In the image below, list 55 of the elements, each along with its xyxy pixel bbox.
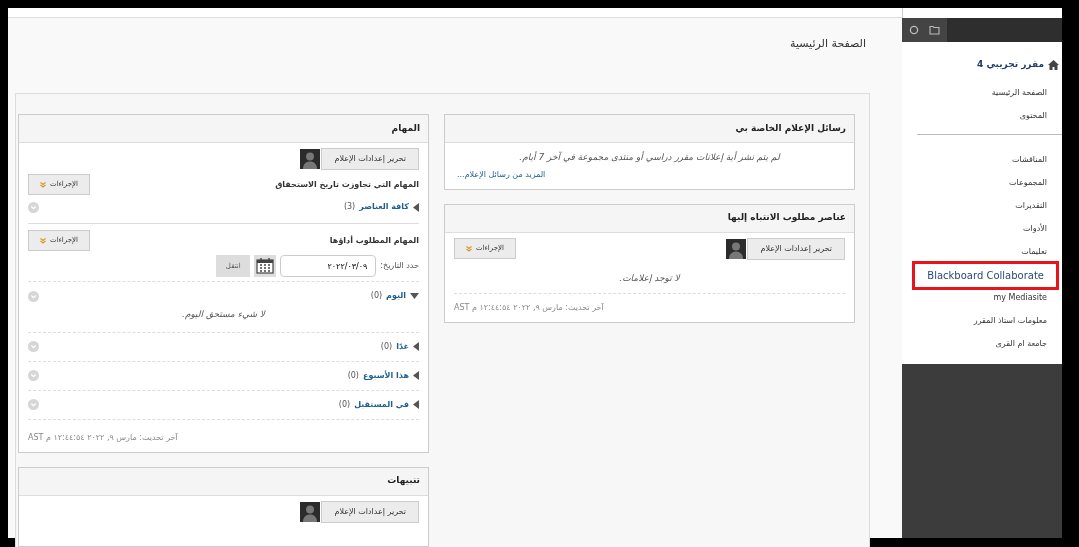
task-count: (0)	[347, 369, 359, 382]
avatar-icon	[300, 149, 321, 169]
more-announcements-link[interactable]: المزيد من رسائل الإعلام...	[457, 168, 842, 181]
sidebar-link[interactable]: الأدوات	[1023, 223, 1047, 235]
triangle-down-icon[interactable]	[410, 293, 419, 299]
triangle-left-icon[interactable]	[413, 400, 419, 409]
home-icon[interactable]	[1048, 59, 1059, 70]
double-chevron-icon	[40, 181, 47, 188]
task-count: (0)	[338, 398, 351, 411]
folder-icon[interactable]	[929, 25, 940, 35]
date-field[interactable]: ٢٠٢٢/٠٣/٠٩	[280, 255, 377, 277]
date-label: حدد التاريخ:	[380, 260, 419, 272]
task-count: (0)	[380, 340, 393, 353]
avatar-icon	[300, 501, 321, 522]
task-group-link[interactable]: غدًا	[396, 340, 409, 353]
module-title: رسائل الإعلام الخاصة بي	[735, 121, 846, 136]
announcements-message: لم يتم نشر أية إعلانات مقرر دراسي أو منتدى مجموعة في آخر 7 أيام.	[518, 151, 782, 165]
last-updated-text: آخر تحديث: مارس ٩, ٢٠٢٢ ١٢:٤٤:٥٤ م AST	[28, 431, 179, 444]
edit-notification-settings-button[interactable]: تحرير إعدادات الإعلام	[747, 237, 845, 260]
no-notifications-message: لا توجد إعلامات.	[454, 271, 845, 294]
sidebar-link[interactable]: التقديرات	[1015, 200, 1047, 212]
triangle-left-icon[interactable]	[413, 202, 419, 212]
sidebar-link[interactable]: المجموعات	[1009, 177, 1047, 189]
empty-message: لا شيء مستحق اليوم.	[181, 308, 267, 322]
module-title: عناصر مطلوب الانتباه إليها	[727, 211, 846, 225]
sidebar-link[interactable]: الصفحة الرئيسية	[991, 87, 1047, 99]
module-title: المهام	[391, 121, 420, 136]
sidebar-link[interactable]: تعليمات	[1021, 246, 1047, 258]
double-chevron-icon	[466, 245, 473, 252]
task-count: (0)	[370, 290, 383, 302]
sidebar-link[interactable]: my Mediasite	[993, 292, 1047, 304]
triangle-left-icon[interactable]	[413, 371, 419, 380]
edit-notification-settings-button[interactable]: تحرير إعدادات الإعلام	[321, 148, 419, 170]
course-title[interactable]: مقرر تجريبي 4	[977, 58, 1044, 72]
sidebar-link[interactable]: معلومات استاذ المقرر	[973, 315, 1047, 327]
refresh-icon[interactable]	[909, 25, 919, 35]
task-count: (3)	[343, 201, 356, 213]
task-group-link[interactable]: اليوم	[386, 290, 406, 302]
task-group-link[interactable]: كافة العناصر	[359, 201, 409, 213]
last-updated-text: آخر تحديث: مارس ٩, ٢٠٢٢ ١٢:٤٤:٥٤ م AST	[454, 302, 605, 314]
task-group-link[interactable]: هذا الأسبوع	[363, 369, 409, 382]
page-title: الصفحة الرئيسية	[790, 36, 866, 52]
avatar-icon	[726, 238, 747, 259]
calendar-icon[interactable]	[254, 255, 277, 277]
section-title: المهام التي تجاوزت تاريخ الاستحقاق	[275, 178, 419, 191]
sidebar-link[interactable]: المناقشات	[1011, 154, 1047, 166]
sidebar-link[interactable]: المحتوى	[1019, 110, 1047, 122]
triangle-left-icon[interactable]	[413, 342, 419, 351]
sidebar-link[interactable]: جامعة ام القرى	[995, 338, 1047, 350]
sidebar-link[interactable]: Blackboard Collaborate	[912, 260, 1059, 290]
section-title: المهام المطلوب أداؤها	[329, 234, 419, 247]
module-title: تنبيهات	[387, 474, 420, 488]
double-chevron-icon	[40, 237, 47, 244]
edit-notification-settings-button[interactable]: تحرير إعدادات الإعلام	[321, 500, 419, 523]
task-group-link[interactable]: في المستقبل	[354, 398, 409, 411]
